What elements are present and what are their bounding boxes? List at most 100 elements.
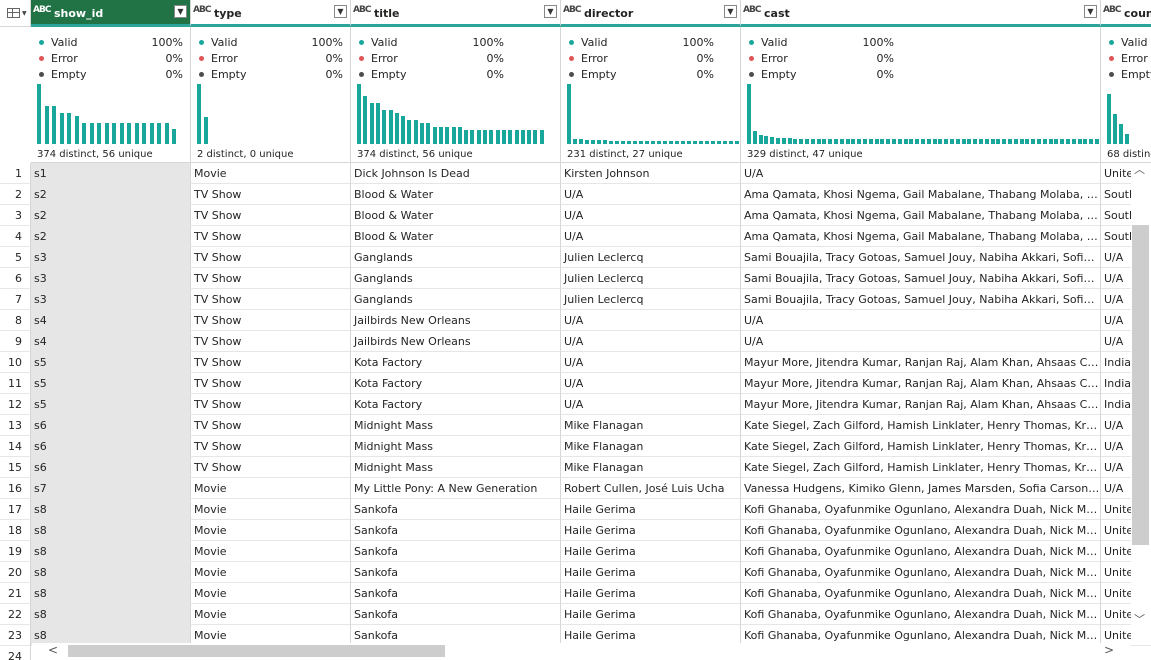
cell-director[interactable]: Haile Gerima <box>561 520 741 541</box>
filter-dropdown-icon[interactable]: ▼ <box>724 5 737 18</box>
cell-show_id[interactable]: s8 <box>31 562 191 583</box>
cell-title[interactable]: Sankofa <box>351 562 561 583</box>
cell-show_id[interactable]: s4 <box>31 310 191 331</box>
scroll-right-icon[interactable]: > <box>1104 643 1114 657</box>
cell-show_id[interactable]: s8 <box>31 499 191 520</box>
cell-title[interactable]: Midnight Mass <box>351 457 561 478</box>
cell-cast[interactable]: Kate Siegel, Zach Gilford, Hamish Linkla… <box>741 415 1101 436</box>
cell-title[interactable]: Sankofa <box>351 583 561 604</box>
cell-cast[interactable]: U/A <box>741 331 1101 352</box>
cell-cast[interactable]: U/A <box>741 163 1101 184</box>
cell-title[interactable]: Sankofa <box>351 604 561 625</box>
cell-title[interactable]: Sankofa <box>351 541 561 562</box>
cell-director[interactable]: Haile Gerima <box>561 604 741 625</box>
cell-title[interactable]: Kota Factory <box>351 352 561 373</box>
cell-director[interactable]: Haile Gerima <box>561 499 741 520</box>
cell-cast[interactable]: Kofi Ghanaba, Oyafunmike Ogunlano, Alexa… <box>741 562 1101 583</box>
cell-director[interactable]: Haile Gerima <box>561 583 741 604</box>
cell-cast[interactable]: Sami Bouajila, Tracy Gotoas, Samuel Jouy… <box>741 247 1101 268</box>
cell-type[interactable]: TV Show <box>191 310 351 331</box>
cell-show_id[interactable]: s1 <box>31 163 191 184</box>
cell-type[interactable]: Movie <box>191 478 351 499</box>
horizontal-scrollbar[interactable]: < > <box>32 643 1131 660</box>
cell-director[interactable]: Julien Leclercq <box>561 268 741 289</box>
cell-title[interactable]: Sankofa <box>351 520 561 541</box>
column-header-title[interactable]: ABC title ▼ <box>351 0 561 27</box>
cell-title[interactable]: Jailbirds New Orleans <box>351 331 561 352</box>
cell-show_id[interactable]: s6 <box>31 457 191 478</box>
cell-director[interactable]: U/A <box>561 373 741 394</box>
cell-cast[interactable]: Kofi Ghanaba, Oyafunmike Ogunlano, Alexa… <box>741 604 1101 625</box>
cell-type[interactable]: TV Show <box>191 205 351 226</box>
cell-director[interactable]: Mike Flanagan <box>561 457 741 478</box>
cell-type[interactable]: TV Show <box>191 331 351 352</box>
cell-type[interactable]: Movie <box>191 562 351 583</box>
cell-show_id[interactable]: s5 <box>31 394 191 415</box>
cell-director[interactable]: Haile Gerima <box>561 541 741 562</box>
cell-show_id[interactable]: s8 <box>31 520 191 541</box>
table-menu-button[interactable]: ▼ <box>0 0 31 27</box>
cell-cast[interactable]: Kofi Ghanaba, Oyafunmike Ogunlano, Alexa… <box>741 583 1101 604</box>
cell-show_id[interactable]: s7 <box>31 478 191 499</box>
scroll-up-icon[interactable]: ︿ <box>1134 161 1145 177</box>
cell-cast[interactable]: Sami Bouajila, Tracy Gotoas, Samuel Jouy… <box>741 268 1101 289</box>
cell-title[interactable]: Ganglands <box>351 268 561 289</box>
cell-type[interactable]: TV Show <box>191 352 351 373</box>
cell-type[interactable]: TV Show <box>191 184 351 205</box>
cell-director[interactable]: Haile Gerima <box>561 562 741 583</box>
cell-show_id[interactable]: s8 <box>31 604 191 625</box>
cell-cast[interactable]: U/A <box>741 310 1101 331</box>
cell-type[interactable]: TV Show <box>191 268 351 289</box>
cell-show_id[interactable]: s8 <box>31 541 191 562</box>
cell-type[interactable]: TV Show <box>191 415 351 436</box>
cell-show_id[interactable]: s4 <box>31 331 191 352</box>
cell-director[interactable]: U/A <box>561 310 741 331</box>
cell-cast[interactable]: Mayur More, Jitendra Kumar, Ranjan Raj, … <box>741 352 1101 373</box>
cell-cast[interactable]: Kofi Ghanaba, Oyafunmike Ogunlano, Alexa… <box>741 520 1101 541</box>
cell-show_id[interactable]: s5 <box>31 352 191 373</box>
cell-title[interactable]: Sankofa <box>351 499 561 520</box>
cell-director[interactable]: U/A <box>561 184 741 205</box>
column-header-country[interactable]: ABCcountry <box>1101 0 1151 27</box>
cell-cast[interactable]: Vanessa Hudgens, Kimiko Glenn, James Mar… <box>741 478 1101 499</box>
cell-title[interactable]: Jailbirds New Orleans <box>351 310 561 331</box>
cell-director[interactable]: U/A <box>561 352 741 373</box>
cell-cast[interactable]: Kate Siegel, Zach Gilford, Hamish Linkla… <box>741 457 1101 478</box>
cell-director[interactable]: U/A <box>561 331 741 352</box>
cell-director[interactable]: Robert Cullen, José Luis Ucha <box>561 478 741 499</box>
filter-dropdown-icon[interactable]: ▼ <box>544 5 557 18</box>
cell-cast[interactable]: Kofi Ghanaba, Oyafunmike Ogunlano, Alexa… <box>741 541 1101 562</box>
cell-director[interactable]: U/A <box>561 205 741 226</box>
cell-type[interactable]: TV Show <box>191 457 351 478</box>
cell-show_id[interactable]: s5 <box>31 373 191 394</box>
cell-show_id[interactable]: s8 <box>31 583 191 604</box>
cell-title[interactable]: Dick Johnson Is Dead <box>351 163 561 184</box>
cell-director[interactable]: Julien Leclercq <box>561 247 741 268</box>
cell-cast[interactable]: Kofi Ghanaba, Oyafunmike Ogunlano, Alexa… <box>741 499 1101 520</box>
filter-dropdown-icon[interactable]: ▼ <box>1084 5 1097 18</box>
filter-dropdown-icon[interactable]: ▼ <box>334 5 347 18</box>
cell-show_id[interactable]: s2 <box>31 184 191 205</box>
column-header-cast[interactable]: ABC cast ▼ <box>741 0 1101 27</box>
cell-cast[interactable]: Kate Siegel, Zach Gilford, Hamish Linkla… <box>741 436 1101 457</box>
column-header-show_id[interactable]: ABC show_id ▼ <box>31 0 191 27</box>
cell-show_id[interactable]: s3 <box>31 268 191 289</box>
cell-type[interactable]: TV Show <box>191 373 351 394</box>
horizontal-scroll-thumb[interactable] <box>68 645 445 657</box>
cell-type[interactable]: Movie <box>191 499 351 520</box>
cell-type[interactable]: TV Show <box>191 226 351 247</box>
cell-title[interactable]: Ganglands <box>351 247 561 268</box>
cell-show_id[interactable]: s6 <box>31 415 191 436</box>
cell-title[interactable]: Blood & Water <box>351 184 561 205</box>
cell-show_id[interactable]: s6 <box>31 436 191 457</box>
filter-dropdown-icon[interactable]: ▼ <box>174 5 187 18</box>
cell-title[interactable]: Midnight Mass <box>351 436 561 457</box>
cell-cast[interactable]: Sami Bouajila, Tracy Gotoas, Samuel Jouy… <box>741 289 1101 310</box>
cell-type[interactable]: Movie <box>191 604 351 625</box>
cell-show_id[interactable]: s3 <box>31 289 191 310</box>
cell-type[interactable]: TV Show <box>191 394 351 415</box>
cell-title[interactable]: Kota Factory <box>351 373 561 394</box>
column-header-type[interactable]: ABC type ▼ <box>191 0 351 27</box>
column-header-director[interactable]: ABC director ▼ <box>561 0 741 27</box>
cell-director[interactable]: Mike Flanagan <box>561 415 741 436</box>
